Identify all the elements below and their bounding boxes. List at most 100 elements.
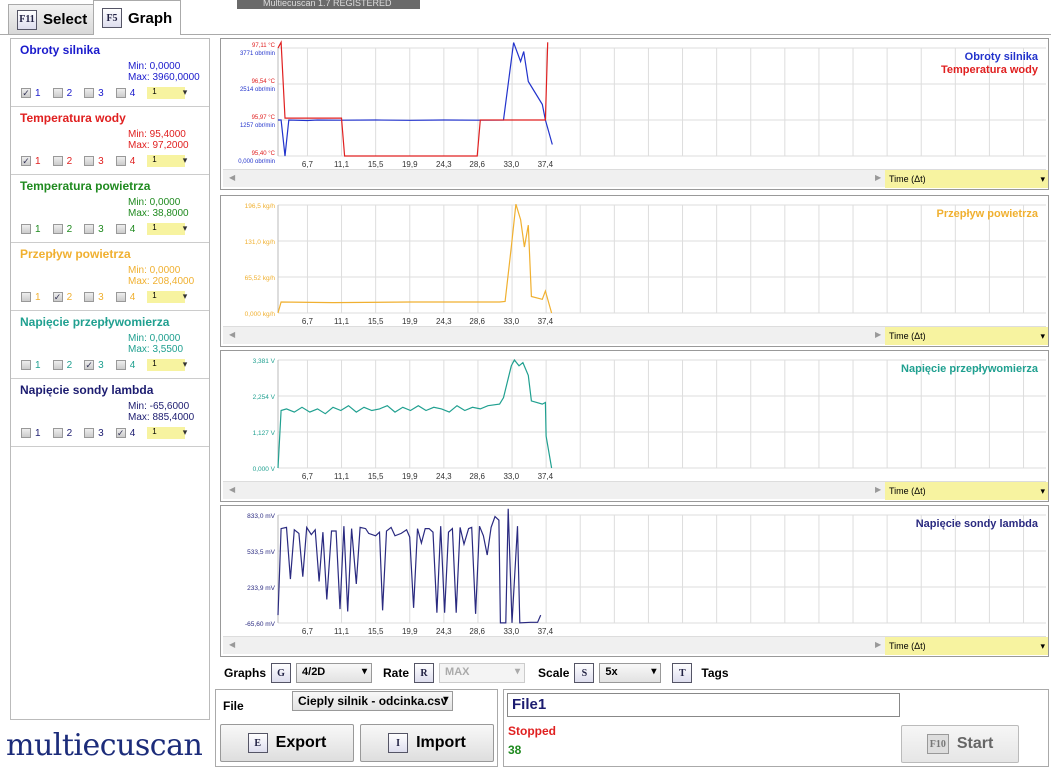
sensor-max: Max: 3960,0000: [128, 72, 200, 83]
x-tick-label: 24,3: [436, 627, 452, 636]
session-name-input[interactable]: File1: [507, 693, 900, 717]
channel-checkbox[interactable]: [52, 88, 63, 98]
y-tick-label: 833,0 mV: [247, 513, 275, 520]
graphs-label: Graphs: [224, 666, 267, 680]
channel-checkbox[interactable]: [84, 224, 95, 234]
sensor-max: Max: 885,4000: [128, 412, 195, 423]
channel-label: 3: [98, 155, 104, 167]
scale-select[interactable]: 5x: [599, 663, 662, 683]
scale-dropdown[interactable]: 1: [147, 427, 187, 439]
horizontal-scrollbar[interactable]: ◀ ▶ Time (Δt): [223, 636, 1048, 655]
channel-checkbox[interactable]: [52, 428, 63, 438]
y-tick-label: 0,000 V: [253, 466, 276, 473]
channel-row: ✓ 1 2 3 4 1: [21, 155, 187, 167]
rate-select[interactable]: MAX: [439, 663, 526, 683]
horizontal-scrollbar[interactable]: ◀ ▶ Time (Δt): [223, 169, 1048, 188]
channel-label: 4: [129, 359, 136, 371]
channel-checkbox[interactable]: [115, 360, 126, 370]
x-tick-label: 15,5: [368, 472, 384, 481]
scale-dropdown[interactable]: 1: [147, 87, 187, 99]
x-tick-label: 19,9: [402, 472, 418, 481]
scroll-right-arrow-icon[interactable]: ▶: [875, 485, 881, 494]
channel-checkbox[interactable]: [21, 292, 31, 302]
sensor-min: Min: 0,0000: [128, 197, 181, 208]
x-tick-label: 19,9: [402, 317, 418, 326]
scale-dropdown[interactable]: 1: [147, 155, 187, 167]
legend-entry: Przepływ powietrza: [936, 208, 1038, 220]
sensor-max: Max: 97,2000: [128, 140, 189, 151]
sensor-name: Obroty silnika: [20, 43, 101, 57]
y-tick-label: 196,5 kg/h: [245, 203, 276, 210]
channel-row: 12341: [21, 223, 187, 235]
sensor-name: Temperatura wody: [20, 111, 126, 125]
x-tick-label: 6,7: [302, 472, 314, 481]
graphs-select[interactable]: 4/2D: [296, 663, 373, 683]
sensor-item: Temperatura powietrza Min: 0,0000 Max: 38…: [11, 175, 209, 243]
import-button[interactable]: I Import: [360, 724, 494, 762]
scroll-left-arrow-icon[interactable]: ◀: [229, 485, 235, 494]
export-label: Export: [275, 734, 327, 751]
export-button[interactable]: E Export: [220, 724, 354, 762]
x-tick-label: 28,6: [469, 160, 485, 169]
channel-checkbox[interactable]: ✓: [21, 88, 31, 98]
x-tick-label: 11,1: [334, 627, 350, 636]
channel-checkbox[interactable]: [84, 156, 95, 166]
start-button[interactable]: F10 Start: [901, 725, 1019, 763]
channel-label: 3: [98, 359, 104, 371]
channel-label: 3: [98, 427, 104, 439]
channel-checkbox[interactable]: [21, 428, 31, 438]
scale-dropdown[interactable]: 1: [147, 291, 187, 303]
channel-checkbox[interactable]: [52, 156, 63, 166]
channel-checkbox[interactable]: ✓: [115, 428, 126, 438]
tab-select-label: Select: [43, 11, 88, 28]
graph-legend: Napięcie sondy lambda: [916, 518, 1038, 531]
scale-dropdown[interactable]: 1: [147, 359, 187, 371]
channel-checkbox[interactable]: [52, 224, 63, 234]
f10-key-icon: F10: [926, 734, 949, 754]
file-label: File: [223, 699, 244, 713]
scroll-left-arrow-icon[interactable]: ◀: [229, 173, 235, 182]
tab-graph[interactable]: F5 Graph: [93, 0, 181, 35]
channel-checkbox[interactable]: [21, 360, 31, 370]
scroll-right-arrow-icon[interactable]: ▶: [875, 640, 881, 649]
tab-select[interactable]: F11 Select: [8, 4, 94, 34]
channel-label: 4: [129, 155, 136, 167]
channel-checkbox[interactable]: [84, 88, 95, 98]
channel-label: 2: [66, 291, 73, 303]
tags-button[interactable]: T: [672, 663, 693, 683]
y-tick-label: 2,254 V: [253, 394, 276, 401]
channel-checkbox[interactable]: [115, 224, 126, 234]
x-tick-label: 37,4: [538, 627, 554, 636]
x-axis-select[interactable]: Time (Δt): [885, 170, 1048, 188]
f11-key-icon: F11: [17, 9, 37, 30]
scroll-right-arrow-icon[interactable]: ▶: [875, 330, 881, 339]
channel-checkbox[interactable]: [115, 292, 126, 302]
horizontal-scrollbar[interactable]: ◀ ▶ Time (Δt): [223, 326, 1048, 345]
channel-checkbox[interactable]: [21, 224, 31, 234]
horizontal-scrollbar[interactable]: ◀ ▶ Time (Δt): [223, 481, 1048, 500]
channel-checkbox[interactable]: ✓: [21, 156, 31, 166]
sensor-min: Min: 0,0000: [128, 333, 181, 344]
scroll-left-arrow-icon[interactable]: ◀: [229, 640, 235, 649]
channel-checkbox[interactable]: [84, 428, 95, 438]
file-select[interactable]: Cieply silnik - odcinka.csv: [292, 691, 454, 711]
x-axis-select[interactable]: Time (Δt): [885, 327, 1048, 345]
channel-checkbox[interactable]: ✓: [84, 360, 95, 370]
x-tick-label: 33,0: [503, 627, 519, 636]
channel-checkbox[interactable]: [84, 292, 95, 302]
x-tick-label: 33,0: [503, 317, 519, 326]
channel-checkbox[interactable]: [115, 156, 126, 166]
scroll-right-arrow-icon[interactable]: ▶: [875, 173, 881, 182]
scroll-left-arrow-icon[interactable]: ◀: [229, 330, 235, 339]
x-axis-select[interactable]: Time (Δt): [885, 482, 1048, 500]
scale-dropdown[interactable]: 1: [147, 223, 187, 235]
channel-checkbox[interactable]: [52, 360, 63, 370]
series-line-0-0: [278, 42, 553, 157]
graph-panel: 6,7 11,1 15,5 19,9 24,3 28,6 33,0 37,4 3771 obr/…: [220, 38, 1049, 190]
sensor-item: Napięcie przepływomierza Min: 0,0000 Max:…: [11, 311, 209, 379]
graph-legend: Przepływ powietrza: [937, 208, 1038, 221]
channel-checkbox[interactable]: [115, 88, 126, 98]
x-axis-select[interactable]: Time (Δt): [885, 637, 1048, 655]
sensor-name: Napięcie przepływomierza: [20, 315, 170, 329]
channel-checkbox[interactable]: ✓: [52, 292, 63, 302]
